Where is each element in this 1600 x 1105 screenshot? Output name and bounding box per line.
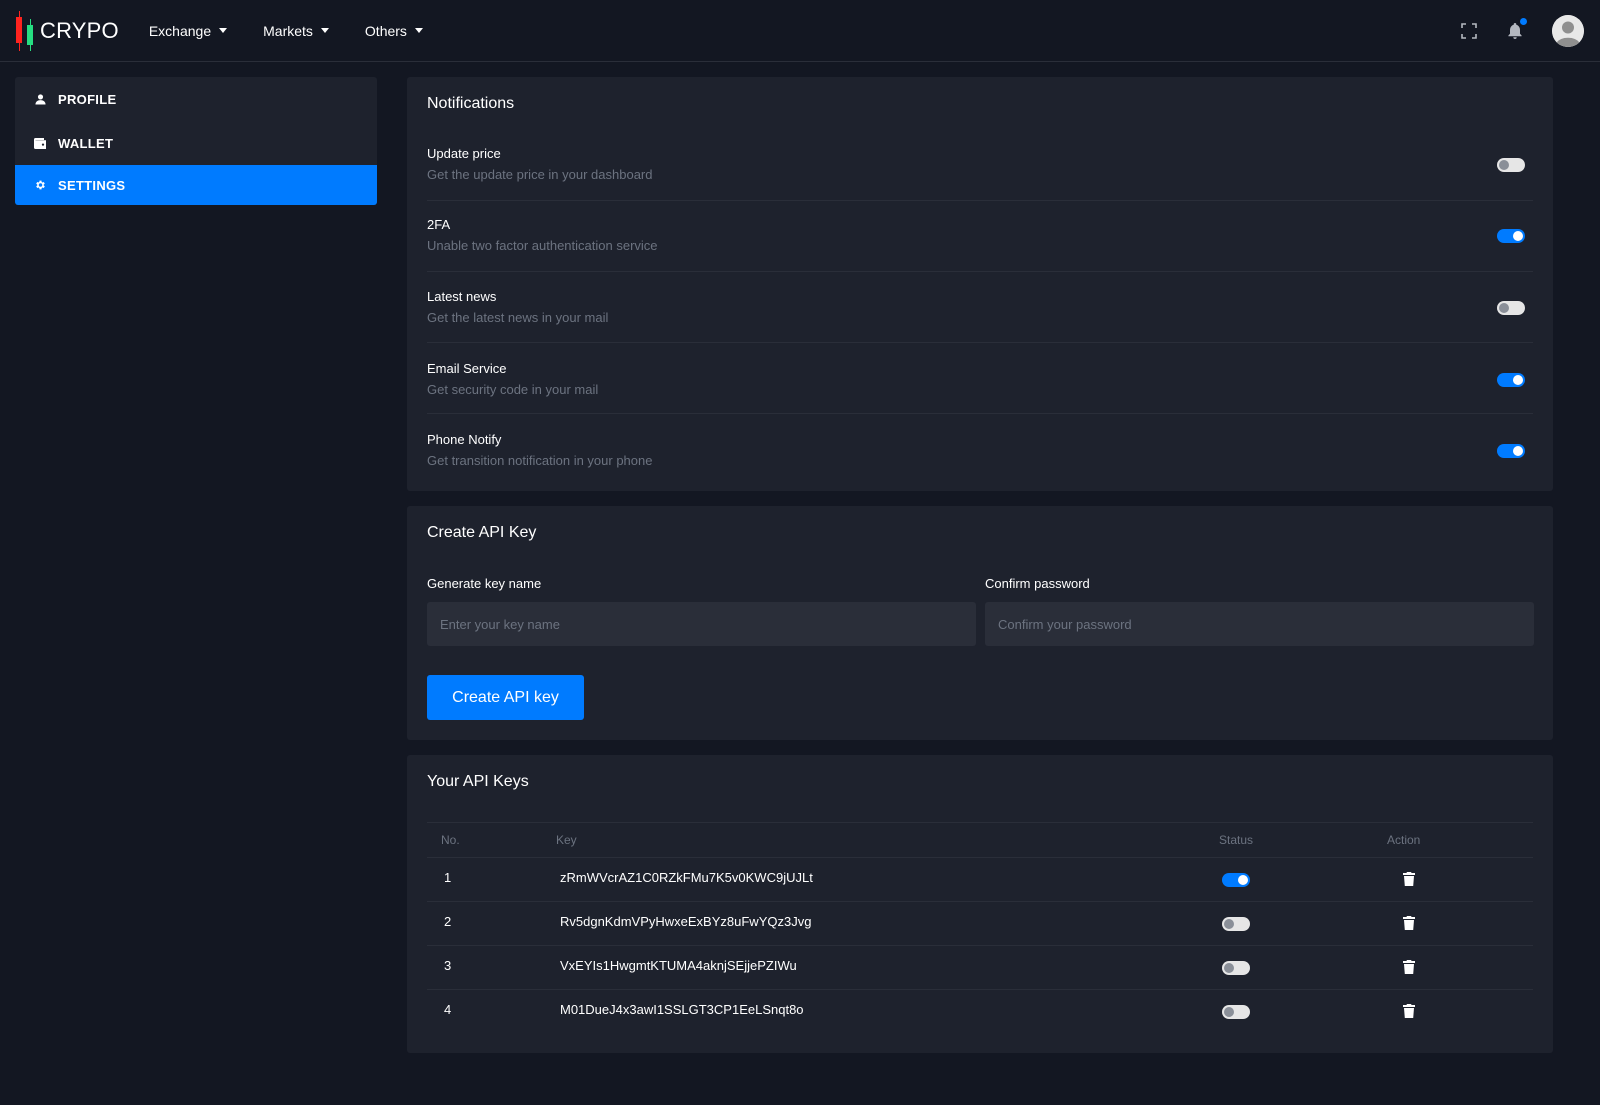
row-number: 2 <box>444 914 452 929</box>
phone-notify-toggle[interactable] <box>1497 444 1525 458</box>
user-avatar[interactable] <box>1552 14 1584 47</box>
nav-markets[interactable]: Markets <box>263 23 329 39</box>
sidebar-item-settings[interactable]: SETTINGS <box>15 165 377 205</box>
confirm-password-input[interactable] <box>985 602 1534 646</box>
nav-others[interactable]: Others <box>365 23 423 39</box>
trash-icon[interactable] <box>1403 916 1415 930</box>
sidebar-item-label: WALLET <box>58 135 114 151</box>
row-number: 4 <box>444 1002 452 1017</box>
trash-icon[interactable] <box>1403 872 1415 886</box>
logo[interactable]: CRYPO <box>15 10 119 51</box>
api-key-status-toggle[interactable] <box>1222 1005 1250 1019</box>
table-row: 2 Rv5dgnKdmVPyHwxeExBYz8uFwYQz3Jvg <box>427 902 1533 946</box>
notification-label: Update price <box>427 146 501 161</box>
sidebar-item-profile[interactable]: PROFILE <box>15 77 377 121</box>
create-api-key-card: Create API Key Generate key name Confirm… <box>407 506 1553 740</box>
main-nav: Exchange Markets Others <box>149 23 459 39</box>
caret-down-icon <box>320 28 329 33</box>
nav-markets-label: Markets <box>263 22 313 39</box>
column-header-no: No. <box>441 833 460 847</box>
notification-label: Phone Notify <box>427 432 502 447</box>
notifications-title: Notifications <box>427 95 515 112</box>
notification-label: 2FA <box>427 217 451 232</box>
table-header: No. Key Status Action <box>427 823 1533 858</box>
top-navbar: CRYPO Exchange Markets Others <box>0 0 1600 62</box>
column-header-key: Key <box>556 833 577 847</box>
notification-description: Unable two factor authentication service <box>427 238 658 253</box>
sidebar-item-label: SETTINGS <box>58 177 126 193</box>
notification-row-update-price: Update price Get the update price in you… <box>427 130 1533 201</box>
table-row: 3 VxEYIs1HwgmtKTUMA4aknjSEjjePZIWu <box>427 946 1533 990</box>
notification-description: Get transition notification in your phon… <box>427 453 653 468</box>
notification-badge <box>1518 15 1529 27</box>
logo-candles-icon <box>15 10 37 51</box>
column-header-status: Status <box>1219 833 1254 847</box>
api-key-value: Rv5dgnKdmVPyHwxeExBYz8uFwYQz3Jvg <box>560 914 812 929</box>
settings-sidebar: PROFILE WALLET SETTINGS <box>15 77 377 205</box>
sidebar-item-label: PROFILE <box>58 91 117 107</box>
nav-exchange[interactable]: Exchange <box>148 22 228 39</box>
notification-description: Get security code in your mail <box>427 382 599 397</box>
api-key-status-toggle[interactable] <box>1222 917 1250 931</box>
notification-row-phone-notify: Phone Notify Get transition notification… <box>427 415 1533 486</box>
2fa-toggle[interactable] <box>1497 229 1525 243</box>
api-key-status-toggle[interactable] <box>1222 873 1250 887</box>
header-actions <box>1454 14 1584 47</box>
nav-others-label: Others <box>364 22 407 39</box>
confirm-password-label: Confirm password <box>985 576 1090 591</box>
row-number: 3 <box>444 958 452 973</box>
table-row: 1 zRmWVcrAZ1C0RZkFMu7K5v0KWC9jUJLt <box>427 858 1533 902</box>
nav-exchange-label: Exchange <box>148 22 212 39</box>
gear-icon <box>34 179 46 191</box>
notification-label: Latest news <box>427 289 497 304</box>
key-name-input[interactable] <box>427 602 976 646</box>
notification-description: Get the update price in your dashboard <box>427 167 653 182</box>
api-keys-card: Your API Keys No. Key Status Action 1 zR… <box>407 755 1553 1053</box>
notification-row-email-service: Email Service Get security code in your … <box>427 343 1533 414</box>
latest-news-toggle[interactable] <box>1497 301 1525 315</box>
sidebar-item-wallet[interactable]: WALLET <box>15 121 377 165</box>
caret-down-icon <box>219 28 228 33</box>
api-keys-title: Your API Keys <box>427 773 529 790</box>
notification-label: Email Service <box>427 361 507 376</box>
notification-description: Get the latest news in your mail <box>427 310 609 325</box>
wallet-icon <box>34 137 46 149</box>
api-keys-table: No. Key Status Action 1 zRmWVcrAZ1C0RZkF… <box>427 822 1533 1034</box>
logo-text: CRYPO <box>40 17 119 43</box>
bell-icon[interactable] <box>1500 15 1530 46</box>
create-api-key-title: Create API Key <box>427 524 537 541</box>
notification-row-2fa: 2FA Unable two factor authentication ser… <box>427 201 1533 272</box>
notification-row-latest-news: Latest news Get the latest news in your … <box>427 272 1533 343</box>
user-icon <box>34 93 46 105</box>
caret-down-icon <box>414 28 423 33</box>
trash-icon[interactable] <box>1403 1004 1415 1018</box>
update-price-toggle[interactable] <box>1497 158 1525 172</box>
notifications-card: Notifications Update price Get the updat… <box>407 77 1553 491</box>
trash-icon[interactable] <box>1403 960 1415 974</box>
row-number: 1 <box>444 870 452 885</box>
api-key-value: zRmWVcrAZ1C0RZkFMu7K5v0KWC9jUJLt <box>560 870 813 885</box>
column-header-action: Action <box>1387 833 1421 847</box>
fullscreen-icon[interactable] <box>1454 16 1484 46</box>
api-key-status-toggle[interactable] <box>1222 961 1250 975</box>
api-key-value: M01DueJ4x3awI1SSLGT3CP1EeLSnqt8o <box>560 1002 804 1017</box>
key-name-label: Generate key name <box>427 576 542 591</box>
create-api-key-button[interactable]: Create API key <box>427 675 584 720</box>
api-key-value: VxEYIs1HwgmtKTUMA4aknjSEjjePZIWu <box>560 958 797 973</box>
table-row: 4 M01DueJ4x3awI1SSLGT3CP1EeLSnqt8o <box>427 990 1533 1034</box>
email-service-toggle[interactable] <box>1497 373 1525 387</box>
